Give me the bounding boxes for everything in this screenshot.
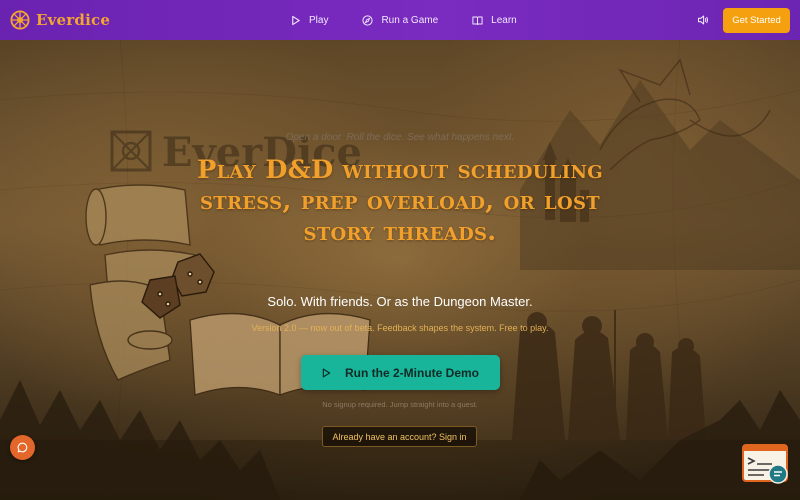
play-icon	[292, 15, 300, 25]
hero-headline: Play D&D without scheduling stress, prep…	[197, 155, 603, 247]
get-started-button[interactable]: Get Started	[723, 8, 790, 33]
hero-subhead: Solo. With friends. Or as the Dungeon Ma…	[267, 294, 533, 309]
brand-home-link[interactable]: Everdice	[10, 9, 110, 31]
hero-tagline: Open a door. Roll the dice. See what hap…	[285, 132, 515, 143]
compass-icon	[362, 14, 374, 26]
nav-link-play[interactable]: Play	[290, 15, 328, 26]
primary-nav: Play Run a Game Learn	[290, 0, 551, 40]
book-icon	[472, 16, 483, 25]
dice-logo-icon	[10, 10, 30, 30]
run-demo-button[interactable]: Run the 2-Minute Demo	[301, 355, 500, 390]
hero-section: EverDice Open a door. Roll the dice. See…	[0, 40, 800, 500]
nav-link-run-a-game[interactable]: Run a Game	[362, 15, 438, 26]
nav-link-label: Run a Game	[381, 14, 439, 26]
nav-link-label: Learn	[491, 14, 517, 26]
feedback-widget-icon[interactable]	[742, 444, 792, 486]
brand-name: Everdice	[36, 11, 111, 29]
top-nav: Everdice Play Run a Game Learn Get Start…	[0, 0, 800, 40]
nav-link-label: Play	[309, 14, 329, 26]
run-demo-label: Run the 2-Minute Demo	[345, 365, 479, 380]
chat-bubble-icon	[17, 442, 28, 453]
version-note: Version 2.0 — now out of beta. Feedback …	[251, 323, 549, 333]
chat-launcher-button[interactable]	[10, 435, 35, 460]
play-icon	[322, 368, 331, 377]
nav-link-learn[interactable]: Learn	[472, 15, 517, 26]
sign-in-button[interactable]: Already have an account? Sign in	[322, 426, 477, 447]
no-signup-note: No signup required. Jump straight into a…	[322, 400, 478, 409]
speaker-icon[interactable]	[697, 14, 709, 26]
